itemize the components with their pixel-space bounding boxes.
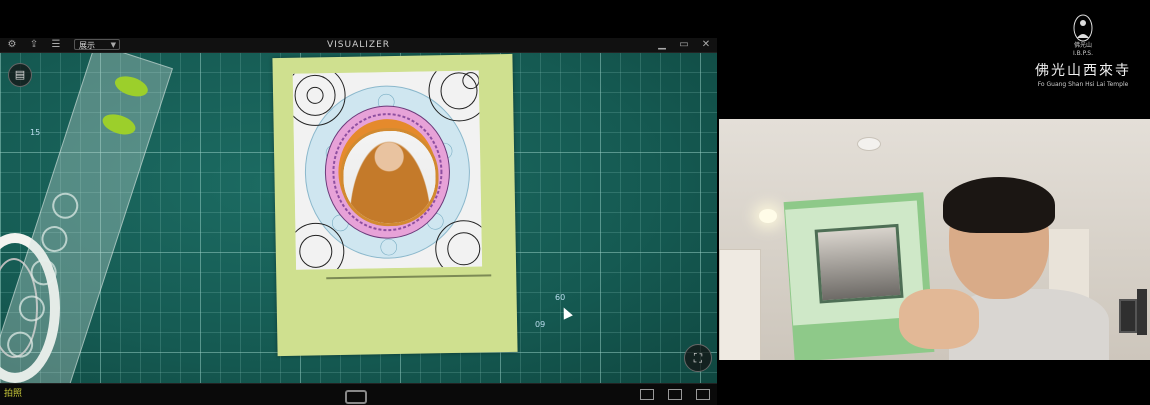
ruler-hole bbox=[27, 255, 60, 289]
visualizer-bottom-bar: 拍照 bbox=[0, 383, 717, 405]
split-view-icon[interactable] bbox=[668, 389, 682, 400]
restore-icon[interactable]: ▭ bbox=[678, 38, 690, 52]
close-icon[interactable]: ✕ bbox=[700, 38, 712, 52]
boy-hair bbox=[943, 177, 1055, 233]
green-card bbox=[272, 53, 518, 357]
document-camera-feed: 15 60 09 ▤ ⛶ bbox=[0, 53, 717, 383]
minimize-icon[interactable]: ▁ bbox=[656, 38, 668, 52]
mat-number: 60 bbox=[555, 293, 566, 302]
ruler bbox=[0, 53, 173, 383]
zentangle-artwork bbox=[292, 70, 483, 270]
ruler-hole bbox=[48, 189, 82, 223]
boy-hand bbox=[899, 289, 979, 349]
mat-number: 09 bbox=[535, 320, 546, 329]
card-slit bbox=[326, 274, 492, 280]
menu-button[interactable]: ▤ bbox=[8, 63, 32, 87]
temple-chinese-name: 佛光山西來寺 bbox=[1035, 63, 1131, 79]
monk-photo-frame bbox=[339, 127, 440, 227]
logo-small-text: 佛光山 I.B.P.S. bbox=[1072, 42, 1093, 57]
kitchen-cabinet bbox=[719, 249, 761, 360]
temple-english-name: Fo Guang Shan Hsi Lai Temple bbox=[1037, 81, 1129, 88]
ruler-fish-graphic bbox=[112, 72, 151, 101]
scan-frame-icon: ⛶ bbox=[693, 351, 703, 365]
mouse-cursor-icon bbox=[559, 305, 573, 320]
temple-logo: 佛光山 I.B.P.S. 佛光山西來寺 Fo Guang Shan Hsi La… bbox=[1028, 14, 1138, 104]
ruler-hole bbox=[15, 292, 49, 325]
participant-video bbox=[719, 119, 1150, 360]
ruler-fish-graphic bbox=[100, 110, 138, 139]
camera-icon[interactable] bbox=[345, 390, 367, 404]
smoke-detector bbox=[857, 137, 881, 151]
wall-decor bbox=[1119, 299, 1137, 333]
ruler-hole bbox=[38, 222, 71, 256]
visualizer-title: VISUALIZER bbox=[326, 40, 391, 50]
ruler-hole bbox=[3, 328, 37, 362]
scan-button[interactable]: ⛶ bbox=[684, 344, 712, 372]
monk-photo bbox=[342, 130, 437, 224]
picture-in-picture-icon[interactable] bbox=[696, 389, 710, 400]
mat-number: 15 bbox=[30, 128, 41, 137]
visualizer-window: ⚙ ⇪ ☰ 展示 ▼ VISUALIZER ▁ ▭ ✕ 15 60 09 ▤ ⛶… bbox=[0, 38, 717, 405]
visualizer-title-bar: ⚙ ⇪ ☰ 展示 ▼ VISUALIZER ▁ ▭ ✕ bbox=[0, 38, 717, 53]
overlay-icon[interactable] bbox=[640, 389, 654, 400]
capture-label[interactable]: 拍照 bbox=[4, 388, 22, 400]
document-icon: ▤ bbox=[14, 68, 26, 81]
wall-decor bbox=[1137, 289, 1147, 335]
held-card-photo bbox=[814, 223, 904, 304]
ceiling-light bbox=[759, 209, 777, 223]
